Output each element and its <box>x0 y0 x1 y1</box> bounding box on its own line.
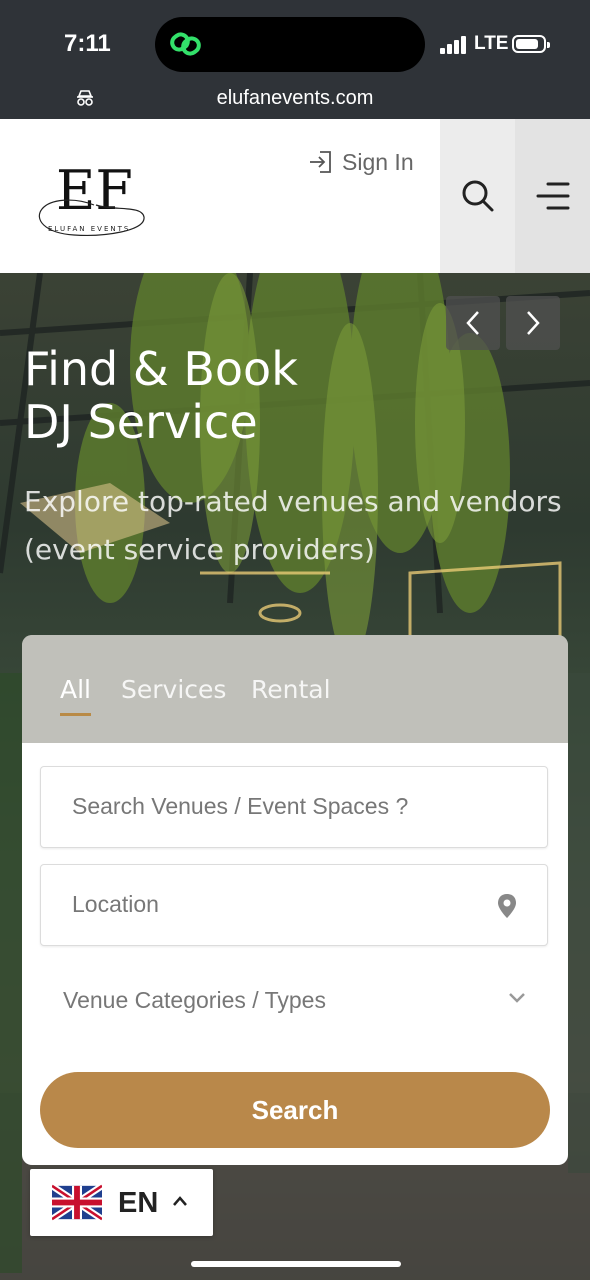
battery-icon <box>512 35 550 53</box>
chevron-left-icon <box>466 311 479 335</box>
header-search-button[interactable] <box>440 119 515 273</box>
url-text[interactable]: elufanevents.com <box>0 87 590 110</box>
chevron-up-icon <box>173 1196 187 1206</box>
home-indicator <box>191 1261 401 1267</box>
search-icon <box>462 180 493 212</box>
status-bar: 7:11 LTE <box>0 0 590 88</box>
hero-title-line2: DJ Service <box>24 395 258 449</box>
browser-url-bar[interactable]: elufanevents.com <box>0 84 590 119</box>
hero-banner: Find & Book DJ Service Explore top-rated… <box>0 273 590 1280</box>
search-tabs: All Services Rental <box>22 635 568 743</box>
venue-category-select[interactable]: Venue Categories / Types <box>40 965 548 1035</box>
hero-title: Find & Book DJ Service <box>24 343 298 449</box>
search-card: All Services Rental Search Venues / Even… <box>22 635 568 1165</box>
language-selector[interactable]: EN <box>30 1169 213 1236</box>
hamburger-icon <box>536 182 569 210</box>
link-icon <box>170 32 201 56</box>
site-header: EF ELUFAN EVENTS Sign In <box>0 119 590 273</box>
signin-icon <box>310 151 331 173</box>
chevron-right-icon <box>527 311 540 335</box>
location-pin-icon <box>498 894 516 918</box>
signin-link[interactable]: Sign In <box>308 147 414 177</box>
carousel-next-button[interactable] <box>506 296 560 350</box>
site-logo[interactable]: EF ELUFAN EVENTS <box>34 139 154 243</box>
language-code: EN <box>118 1187 159 1219</box>
status-time: 7:11 <box>64 30 111 57</box>
svg-text:ELUFAN EVENTS: ELUFAN EVENTS <box>48 225 130 233</box>
chevron-down-icon <box>509 993 525 1003</box>
dynamic-island <box>155 17 425 72</box>
network-type: LTE <box>474 33 509 54</box>
active-tab-indicator <box>60 713 91 716</box>
cellular-signal-icon <box>440 36 466 54</box>
svg-text:EF: EF <box>56 159 133 222</box>
venue-search-input[interactable]: Search Venues / Event Spaces ? <box>40 766 548 848</box>
carousel-prev-button[interactable] <box>446 296 500 350</box>
location-placeholder: Location <box>72 891 159 917</box>
hero-subtitle: Explore top-rated venues and vendors (ev… <box>24 485 562 566</box>
signin-label: Sign In <box>342 148 414 175</box>
venue-category-value: Venue Categories / Types <box>63 987 326 1013</box>
location-input[interactable]: Location <box>40 864 548 946</box>
search-submit-button[interactable]: Search <box>40 1072 550 1148</box>
tab-rental[interactable]: Rental <box>251 675 331 704</box>
venue-search-placeholder: Search Venues / Event Spaces ? <box>72 793 409 819</box>
uk-flag-icon <box>52 1184 102 1221</box>
hamburger-menu-button[interactable] <box>515 119 590 273</box>
tab-services[interactable]: Services <box>121 675 226 704</box>
tab-all[interactable]: All <box>60 675 91 704</box>
hero-title-line1: Find & Book <box>24 342 298 396</box>
